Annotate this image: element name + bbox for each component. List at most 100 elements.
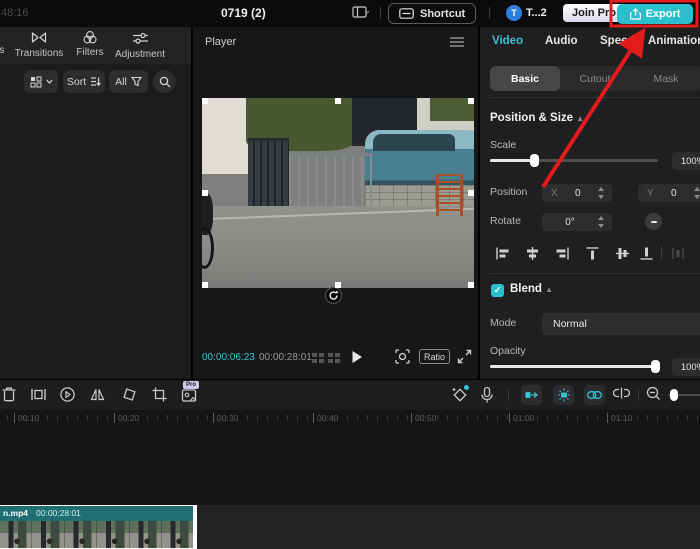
- position-x-input[interactable]: X 0: [542, 184, 612, 202]
- align-center-h-icon[interactable]: [524, 245, 541, 262]
- tab-clipped[interactable]: s: [0, 45, 8, 56]
- crop-icon[interactable]: [151, 386, 169, 404]
- focus-icon[interactable]: [395, 349, 410, 364]
- transform-handle[interactable]: [335, 98, 341, 104]
- ruler-label: 01:00: [509, 413, 534, 423]
- system-clock: 48:16: [1, 7, 29, 19]
- blend-header[interactable]: Blend ▲: [510, 283, 553, 295]
- tab-animation[interactable]: Animation: [648, 35, 700, 47]
- speed-icon[interactable]: [59, 386, 77, 404]
- export-button[interactable]: Export: [617, 4, 693, 24]
- timeline-clip[interactable]: n.mp4 00:00:28:01: [0, 505, 197, 549]
- subtab-mask[interactable]: Mask: [630, 66, 700, 91]
- delete-icon[interactable]: [1, 386, 19, 404]
- position-label: Position: [490, 186, 527, 198]
- transform-handle[interactable]: [202, 190, 208, 196]
- tab-speed[interactable]: Speed: [600, 35, 635, 47]
- blend-mode-value: Normal: [553, 318, 587, 330]
- frame-grid-icon[interactable]: [312, 353, 324, 363]
- split-icon[interactable]: [30, 386, 48, 404]
- keyframe-icon[interactable]: [521, 385, 542, 405]
- rotate-handle-icon[interactable]: [325, 287, 342, 304]
- fullscreen-icon[interactable]: [457, 349, 472, 364]
- pro-badge: Pro: [183, 381, 199, 389]
- menu-icon[interactable]: [450, 37, 464, 47]
- distribute-icon[interactable]: [670, 245, 687, 262]
- inspector-panel: Video Audio Speed Animation Basic Cutout…: [480, 27, 700, 379]
- scale-label: Scale: [490, 139, 516, 151]
- scale-value[interactable]: 100%: [672, 152, 700, 170]
- tab-adjustment[interactable]: Adjustment: [112, 30, 168, 60]
- transform-handle[interactable]: [202, 282, 208, 288]
- search-icon: [159, 76, 171, 88]
- transform-handle[interactable]: [468, 282, 474, 288]
- blend-checkbox[interactable]: ✓: [491, 284, 504, 297]
- tab-transitions[interactable]: Transitions: [10, 30, 68, 59]
- scale-slider-knob[interactable]: [530, 154, 539, 167]
- ratio-button[interactable]: Ratio: [419, 349, 450, 364]
- video-preview[interactable]: [202, 98, 474, 288]
- position-y-input[interactable]: Y 0: [638, 184, 700, 202]
- flash-icon[interactable]: [553, 385, 574, 405]
- stepper-icon[interactable]: [598, 216, 607, 228]
- player-controls: 00:00:06:23 00:00:28:01 Ratio: [193, 345, 478, 371]
- shortcut-button[interactable]: Shortcut: [388, 3, 476, 24]
- player-title: Player: [205, 36, 236, 48]
- avatar[interactable]: T: [506, 5, 522, 21]
- layout-icon[interactable]: [352, 5, 369, 20]
- tab-filters[interactable]: Filters: [70, 30, 110, 58]
- search-button[interactable]: [153, 70, 176, 93]
- align-right-icon[interactable]: [554, 245, 571, 262]
- smart-tool-icon[interactable]: [181, 388, 199, 406]
- divider: [508, 389, 509, 401]
- clip-trim-handle[interactable]: [193, 506, 197, 549]
- link-icon[interactable]: [584, 385, 605, 405]
- align-top-icon[interactable]: [584, 245, 601, 262]
- transform-handle[interactable]: [468, 190, 474, 196]
- sort-button[interactable]: Sort: [63, 70, 105, 93]
- play-icon[interactable]: [351, 350, 363, 364]
- transform-handle[interactable]: [468, 98, 474, 104]
- ruler-label: 00:50: [411, 413, 436, 423]
- export-label: Export: [646, 8, 681, 20]
- grid-view-icon: [30, 76, 42, 88]
- rotate-input[interactable]: 0°: [542, 213, 612, 231]
- zoom-slider-knob[interactable]: [670, 389, 678, 401]
- account-name[interactable]: T...2: [526, 7, 547, 19]
- stepper-icon[interactable]: [694, 187, 700, 199]
- opacity-value[interactable]: 100%: [672, 358, 700, 376]
- chevron-down-icon: [46, 79, 53, 84]
- blend-mode-select[interactable]: Normal: [542, 313, 700, 335]
- view-mode-button[interactable]: [24, 70, 58, 93]
- opacity-slider-knob[interactable]: [651, 360, 660, 373]
- opacity-slider[interactable]: [490, 365, 658, 368]
- stepper-icon[interactable]: [598, 187, 607, 199]
- player-panel: Player: [193, 27, 478, 379]
- rotate-icon[interactable]: [121, 386, 139, 404]
- timeline-ruler[interactable]: 00:10 00:20 00:30 00:40 00:50 01:00 01:1…: [0, 411, 700, 427]
- filter-button[interactable]: All: [109, 70, 148, 93]
- notification-dot: [464, 385, 469, 390]
- zoom-out-icon[interactable]: [646, 386, 664, 404]
- mirror-icon[interactable]: [89, 386, 107, 404]
- transform-handle[interactable]: [202, 98, 208, 104]
- align-middle-v-icon[interactable]: [614, 245, 631, 262]
- tab-audio[interactable]: Audio: [545, 35, 578, 47]
- subtab-cutout[interactable]: Cutout: [560, 66, 630, 91]
- transform-handle[interactable]: [335, 282, 341, 288]
- frame-grid-icon[interactable]: [328, 353, 340, 363]
- mic-icon[interactable]: [479, 386, 497, 404]
- join-pro-button[interactable]: Join Pro: [563, 4, 625, 22]
- align-bottom-icon[interactable]: [638, 245, 655, 262]
- project-title: 0719 (2): [221, 6, 266, 20]
- unlink-icon[interactable]: [613, 386, 631, 404]
- join-pro-label: Join Pro: [572, 7, 616, 19]
- subtab-basic[interactable]: Basic: [490, 66, 560, 91]
- media-panel: s Transitions Filters Adjustment: [0, 27, 191, 379]
- align-left-icon[interactable]: [494, 245, 511, 262]
- rotate-knob-icon[interactable]: [645, 213, 662, 230]
- topbar-divider: [489, 7, 490, 19]
- tab-video[interactable]: Video: [492, 35, 523, 47]
- scale-slider[interactable]: [490, 159, 658, 162]
- position-size-header[interactable]: Position & Size ▲: [490, 112, 584, 124]
